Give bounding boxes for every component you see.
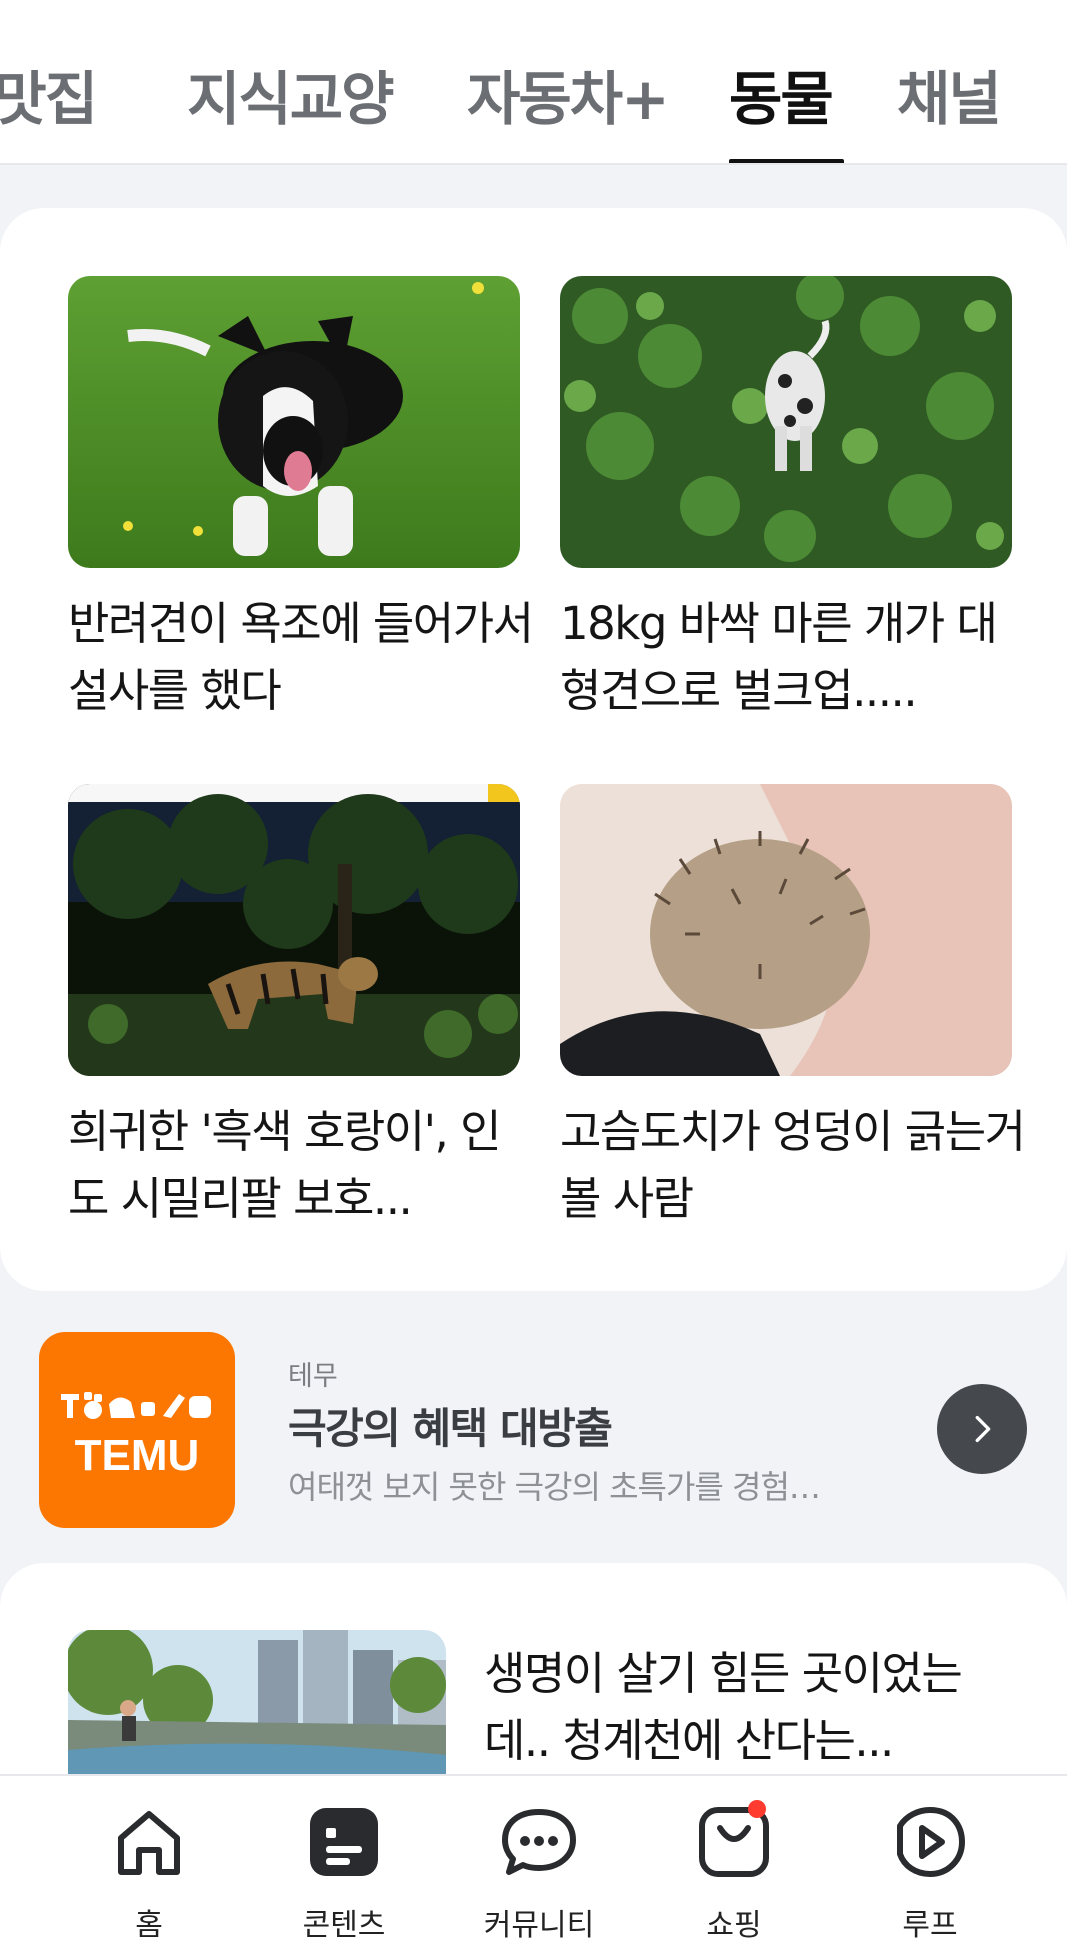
active-tab-indicator [729,159,844,163]
feed-card: 반려견이 욕조에 들어가서 설사를 했다 18kg 바싹 마른 개가 대형견으로… [0,208,1067,1291]
nav-community[interactable]: 커뮤니티 [459,1776,619,1949]
home-icon [118,1811,180,1875]
ad-banner[interactable]: TEMU 테무 극강의 혜택 대방출 여태껏 보지 못한 극강의 초특가를 경험… [0,1312,1067,1542]
ad-description: 여태껏 보지 못한 극강의 초특가를 경험… [288,1468,821,1506]
nav-content-label: 콘텐츠 [302,1908,386,1943]
feed-item-title[interactable]: 고슴도치가 엉덩이 긁는거 볼 사람 [560,1098,1030,1232]
temu-logo: TEMU [39,1332,235,1528]
tab-cars[interactable]: 자동차+ [467,52,670,136]
nav-content[interactable]: 콘텐츠 [264,1776,424,1949]
nav-home[interactable]: 홈 [69,1776,229,1949]
nav-home-label: 홈 [135,1908,163,1943]
nav-shopping-label: 쇼핑 [706,1908,762,1943]
feed-item-title[interactable]: 반려견이 욕조에 들어가서 설사를 했다 [68,590,538,724]
feed-thumbnail-stream[interactable] [68,1630,446,1780]
feed-item-title[interactable]: 생명이 살기 힘든 곳이었는데.. 청계천에 산다는... [484,1640,1024,1774]
feed-thumbnail-dog-grass[interactable] [68,276,520,568]
chat-bubble-icon [502,1809,576,1875]
category-tab-bar: 쌩맛집 지식교양 자동차+ 동물 채널 [0,0,1067,165]
ad-title[interactable]: 극강의 혜택 대방출 [288,1395,613,1456]
feed-thumbnail-black-tiger[interactable] [68,784,520,1076]
nav-shopping[interactable]: 쇼핑 [654,1776,814,1949]
ad-open-button[interactable] [937,1384,1027,1474]
bottom-navigation: 홈 콘텐츠 커뮤니티 쇼핑 루프 [0,1774,1067,1949]
play-loop-icon [897,1807,965,1877]
nav-community-label: 커뮤니티 [483,1908,595,1943]
tab-animals[interactable]: 동물 [729,52,834,136]
feed-thumbnail-dog-weeds[interactable] [560,276,1012,568]
feed-item-title[interactable]: 18kg 바싹 마른 개가 대형견으로 벌크업..... [560,590,1030,724]
chevron-right-icon [975,1415,991,1443]
ad-brand: 테무 [288,1361,338,1392]
content-icon [310,1808,378,1876]
nav-loop-label: 루프 [902,1908,958,1943]
tab-channel[interactable]: 채널 [897,52,1002,136]
feed-item-title[interactable]: 희귀한 '흑색 호랑이', 인도 시밀리팔 보호... [68,1098,538,1232]
temu-logo-text: TEMU [75,1431,200,1480]
notification-dot [748,1800,766,1818]
tab-restaurants[interactable]: 쌩맛집 [0,52,98,136]
tab-knowledge[interactable]: 지식교양 [187,52,394,136]
feed-thumbnail-hedgehog[interactable] [560,784,1012,1076]
nav-loop[interactable]: 루프 [850,1776,1010,1949]
